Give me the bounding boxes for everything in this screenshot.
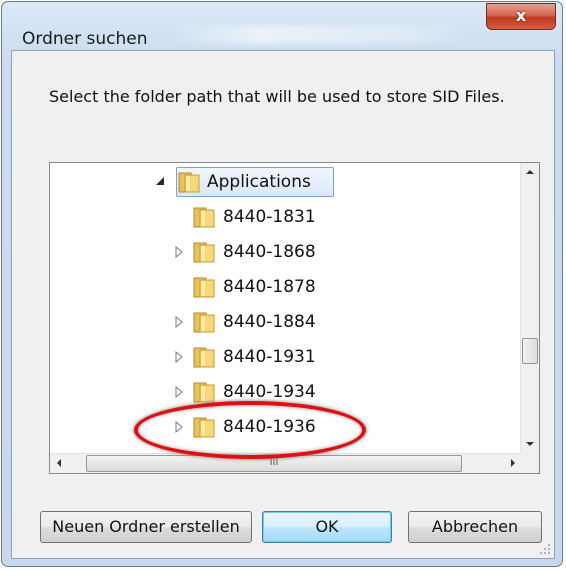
tree-item[interactable]: 8440-1868 [50, 237, 520, 267]
tree-item[interactable]: 8440-1884 [50, 307, 520, 337]
folder-icon [193, 277, 215, 298]
tree-item-label: 8440-1878 [223, 277, 316, 297]
tree-item-label: 8440-1831 [223, 207, 316, 227]
tree-item[interactable]: 8440-1931 [50, 342, 520, 372]
close-icon: x [515, 6, 527, 25]
tree-item[interactable]: 8440-1934 [50, 377, 520, 407]
folder-icon [193, 312, 215, 333]
scroll-grip: III [269, 457, 279, 468]
expanded-arrow-icon[interactable] [156, 177, 165, 186]
folder-browse-dialog: Ordner suchen x Select the folder path t… [1, 1, 563, 567]
tree-item-label: 8440-1931 [223, 347, 316, 367]
tree-item-applications[interactable]: Applications [50, 167, 520, 197]
folder-icon [178, 172, 200, 193]
arrow-left-icon[interactable] [57, 459, 61, 467]
folder-icon [193, 347, 215, 368]
tree-item[interactable]: 8440-1831 [50, 202, 520, 232]
collapsed-arrow-icon[interactable] [175, 351, 183, 363]
instruction-text: Select the folder path that will be used… [49, 87, 505, 106]
arrow-up-icon [526, 170, 534, 174]
new-folder-button[interactable]: Neuen Ordner erstellen [40, 511, 252, 543]
ok-button[interactable]: OK [262, 511, 392, 543]
vertical-scroll-thumb[interactable] [522, 338, 538, 364]
collapsed-arrow-icon[interactable] [175, 421, 183, 433]
horizontal-scrollbar[interactable]: III [50, 453, 522, 473]
title-bar[interactable]: Ordner suchen x [2, 2, 562, 49]
tree-item-label: 8440-1884 [223, 312, 316, 332]
cancel-button[interactable]: Abbrechen [408, 511, 542, 543]
tree-item-highlighted[interactable]: 8440-1936 [50, 412, 520, 442]
folder-icon [193, 382, 215, 403]
resize-grip-icon[interactable] [539, 543, 551, 555]
horizontal-scroll-thumb[interactable]: III [86, 455, 462, 472]
collapsed-arrow-icon[interactable] [175, 246, 183, 258]
tree-item[interactable]: 8440-1878 [50, 272, 520, 302]
scroll-down-button[interactable] [521, 435, 539, 453]
collapsed-arrow-icon[interactable] [175, 316, 183, 328]
arrow-down-icon [526, 442, 534, 446]
tree-item-label: 8440-1936 [223, 417, 316, 437]
folder-tree[interactable]: Applications 8440-1831 8440-1868 8440-18… [49, 162, 540, 474]
arrow-right-icon[interactable] [511, 459, 515, 467]
folder-icon [193, 417, 215, 438]
scroll-up-button[interactable] [521, 163, 539, 181]
title-blur [167, 26, 467, 44]
tree-item-label: 8440-1868 [223, 242, 316, 262]
scrollbar-corner [520, 453, 539, 473]
folder-icon [193, 207, 215, 228]
tree-item-label: 8440-1934 [223, 382, 316, 402]
tree-item-label: Applications [207, 172, 311, 192]
dialog-body: Select the folder path that will be used… [11, 50, 555, 559]
collapsed-arrow-icon[interactable] [175, 386, 183, 398]
folder-icon [193, 242, 215, 263]
vertical-scrollbar[interactable] [520, 163, 539, 453]
dialog-title: Ordner suchen [22, 29, 148, 49]
close-button[interactable]: x [486, 3, 556, 30]
